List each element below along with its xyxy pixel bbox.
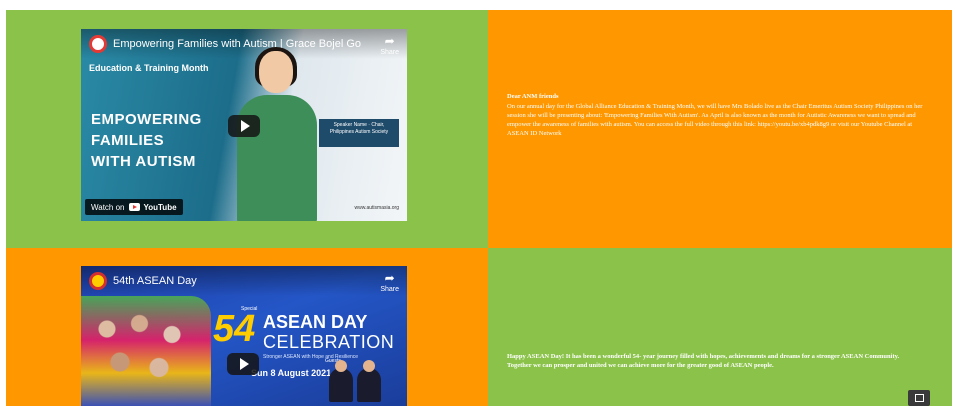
video-embed-asean-day[interactable]: 54th ASEAN Day ➦ Share Special 54 ASEAN D… xyxy=(81,266,407,406)
headline-line-3: WITH AUTISM xyxy=(91,153,196,170)
lower-third-caption: Speaker Name · Chair, Philippines Autism… xyxy=(319,119,399,147)
share-icon[interactable]: ➦ Share xyxy=(380,35,399,59)
play-button-icon[interactable] xyxy=(227,353,259,375)
share-icon[interactable]: ➦ Share xyxy=(380,272,399,296)
asean-tagline: Stronger ASEAN with Hope and Resilience xyxy=(263,354,359,360)
row1-media-cell: Empowering Families with Autism | Grace … xyxy=(6,10,488,248)
crowd-photo xyxy=(81,296,211,406)
watch-on-youtube-button[interactable]: Watch on YouTube xyxy=(85,199,183,215)
video-title[interactable]: Empowering Families with Autism | Grace … xyxy=(113,38,361,50)
row2-text-cell: Happy ASEAN Day! It has been a wonderful… xyxy=(488,248,952,406)
watch-on-label: Watch on xyxy=(91,202,125,212)
row1-text-cell: Dear ANM friends On our annual day for t… xyxy=(488,10,952,248)
row1-description: Dear ANM friends On our annual day for t… xyxy=(507,92,927,138)
row2-body-text: Happy ASEAN Day! It has been a wonderful… xyxy=(507,353,900,369)
video-headline: EMPOWERING FAMILIES WITH AUTISM xyxy=(91,109,202,172)
content-grid: Empowering Families with Autism | Grace … xyxy=(6,10,952,406)
row1-greeting: Dear ANM friends xyxy=(507,93,559,100)
video-title-bar: 54th ASEAN Day xyxy=(81,266,407,296)
share-label: Share xyxy=(380,286,399,293)
row2-media-cell: 54th ASEAN Day ➦ Share Special 54 ASEAN D… xyxy=(6,248,488,406)
video-embed-empowering-families[interactable]: Empowering Families with Autism | Grace … xyxy=(81,29,407,221)
video-url-tag: www.autismasia.org xyxy=(354,205,399,211)
asean-title-line-2: CELEBRATION xyxy=(263,332,395,352)
anniversary-number: 54 xyxy=(213,308,256,350)
asean-title-line-1: ASEAN DAY xyxy=(263,312,368,332)
event-date: Sun 8 August 2021 xyxy=(251,368,332,378)
share-label: Share xyxy=(380,49,399,56)
headline-line-1: EMPOWERING xyxy=(91,111,202,128)
video-title[interactable]: 54th ASEAN Day xyxy=(113,275,197,287)
youtube-logo-icon xyxy=(128,203,140,211)
scroll-to-top-button[interactable] xyxy=(908,390,930,406)
youtube-wordmark: YouTube xyxy=(143,202,177,212)
play-button-icon[interactable] xyxy=(228,115,260,137)
speakers-photo xyxy=(321,360,391,402)
headline-line-2: FAMILIES xyxy=(91,132,165,149)
channel-logo-icon[interactable] xyxy=(89,35,107,53)
asean-logo-icon[interactable] xyxy=(89,272,107,290)
video-subtitle: Education & Training Month xyxy=(89,63,209,73)
row1-body-text: On our annual day for the Global Allianc… xyxy=(507,103,923,137)
